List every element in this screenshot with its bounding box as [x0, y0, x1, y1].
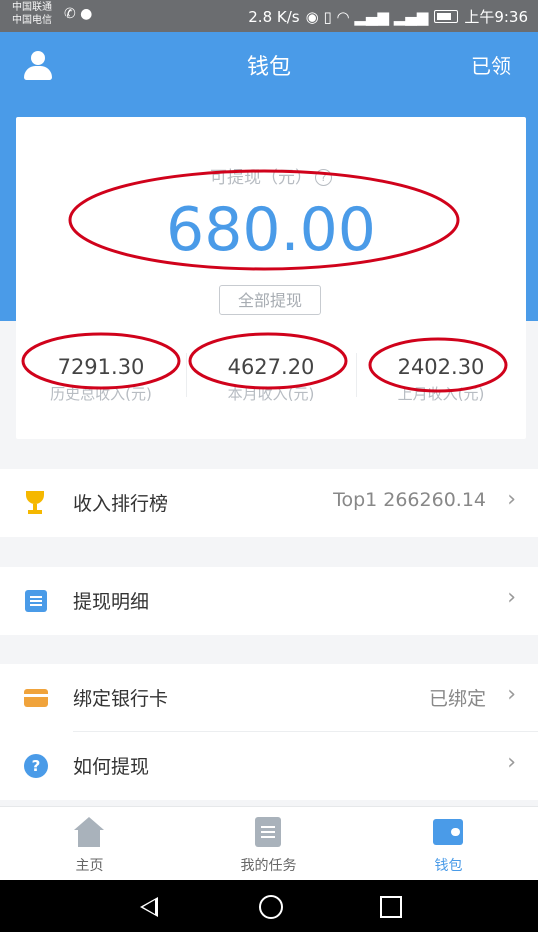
chevron-right-icon: › — [507, 585, 516, 610]
system-nav-bar — [0, 880, 538, 932]
withdrawable-label: 可提现（元）? — [16, 163, 526, 188]
chevron-right-icon: › — [507, 682, 516, 707]
tab-label: 主页 — [75, 858, 104, 874]
ranking-row[interactable]: 收入排行榜 Top1 266260.14 › — [0, 469, 538, 537]
bind-card-label: 绑定银行卡 — [73, 688, 169, 710]
task-icon — [253, 817, 283, 847]
stat-label: 上月收入(元) — [397, 385, 485, 403]
wallet-icon — [433, 817, 463, 847]
help-icon: ? — [24, 754, 48, 778]
back-icon[interactable] — [140, 897, 158, 917]
withdrawable-label-text: 可提现（元） — [210, 168, 312, 188]
stat-label: 历史总收入(元) — [50, 385, 152, 403]
recent-apps-icon[interactable] — [380, 896, 402, 918]
stat-value: 4627.20 — [227, 355, 315, 379]
network-speed: 2.8 K/s — [248, 7, 300, 26]
status-right: 2.8 K/s ◉ ▯ ◠ ▂▄▆ ▂▄▆ 上午9:36 — [248, 6, 528, 27]
trophy-icon — [24, 491, 48, 515]
income-stats: 7291.30 历史总收入(元) 4627.20 本月收入(元) 2402.30… — [16, 347, 526, 417]
status-bar: 中国联通 中国电信 ✆ ● 2.8 K/s ◉ ▯ ◠ ▂▄▆ ▂▄▆ 上午9:… — [0, 0, 538, 32]
how-to-withdraw-label: 如何提现 — [73, 756, 150, 778]
withdraw-detail-label: 提现明细 — [73, 591, 150, 613]
claimed-button[interactable]: 已领 — [471, 50, 511, 79]
tab-label: 我的任务 — [240, 858, 297, 874]
bind-card-status: 已绑定 — [428, 688, 486, 710]
stat-value: 7291.30 — [57, 355, 145, 379]
home-icon — [74, 817, 104, 847]
tab-my-tasks[interactable]: 我的任务 — [179, 807, 358, 881]
clock: 上午9:36 — [464, 8, 528, 26]
how-to-withdraw-row[interactable]: ? 如何提现 › — [0, 732, 538, 800]
home-circle-icon[interactable] — [259, 895, 283, 919]
withdrawable-amount: 680.00 — [166, 195, 376, 265]
bottom-tab-bar: 主页 我的任务 钱包 — [0, 806, 538, 881]
tab-label: 钱包 — [434, 858, 463, 874]
bind-card-row[interactable]: 绑定银行卡 已绑定 › — [0, 664, 538, 732]
tab-wallet[interactable]: 钱包 — [359, 807, 538, 881]
chevron-right-icon: › — [507, 750, 516, 775]
stat-month-income: 4627.20 本月收入(元) — [186, 347, 356, 417]
ranking-label: 收入排行榜 — [73, 493, 169, 515]
stat-last-month-income: 2402.30 上月收入(元) — [356, 347, 526, 417]
app-bar: 钱包 已领 — [0, 32, 538, 96]
withdraw-all-button[interactable]: 全部提现 — [219, 285, 321, 315]
stat-total-income: 7291.30 历史总收入(元) — [16, 347, 186, 417]
question-icon[interactable]: ? — [315, 169, 332, 186]
signal-icons: ◉ ▯ ◠ ▂▄▆ ▂▄▆ — [305, 7, 429, 26]
carrier-2: 中国电信 — [12, 15, 52, 26]
bank-card-icon — [24, 686, 48, 710]
carrier-labels: 中国联通 中国电信 — [12, 1, 52, 27]
list-icon — [24, 589, 48, 613]
carrier-1: 中国联通 — [12, 2, 52, 13]
ranking-value: Top1 266260.14 — [333, 489, 486, 511]
tab-home[interactable]: 主页 — [0, 807, 179, 881]
battery-icon — [434, 10, 459, 23]
notification-icons: ✆ ● — [64, 6, 93, 22]
chevron-right-icon: › — [507, 487, 516, 512]
balance-card: 可提现（元）? 680.00 全部提现 7291.30 历史总收入(元) 462… — [16, 117, 526, 439]
stat-value: 2402.30 — [397, 355, 485, 379]
page-title: 钱包 — [246, 55, 291, 80]
stat-label: 本月收入(元) — [227, 385, 315, 403]
withdraw-detail-row[interactable]: 提现明细 › — [0, 567, 538, 635]
